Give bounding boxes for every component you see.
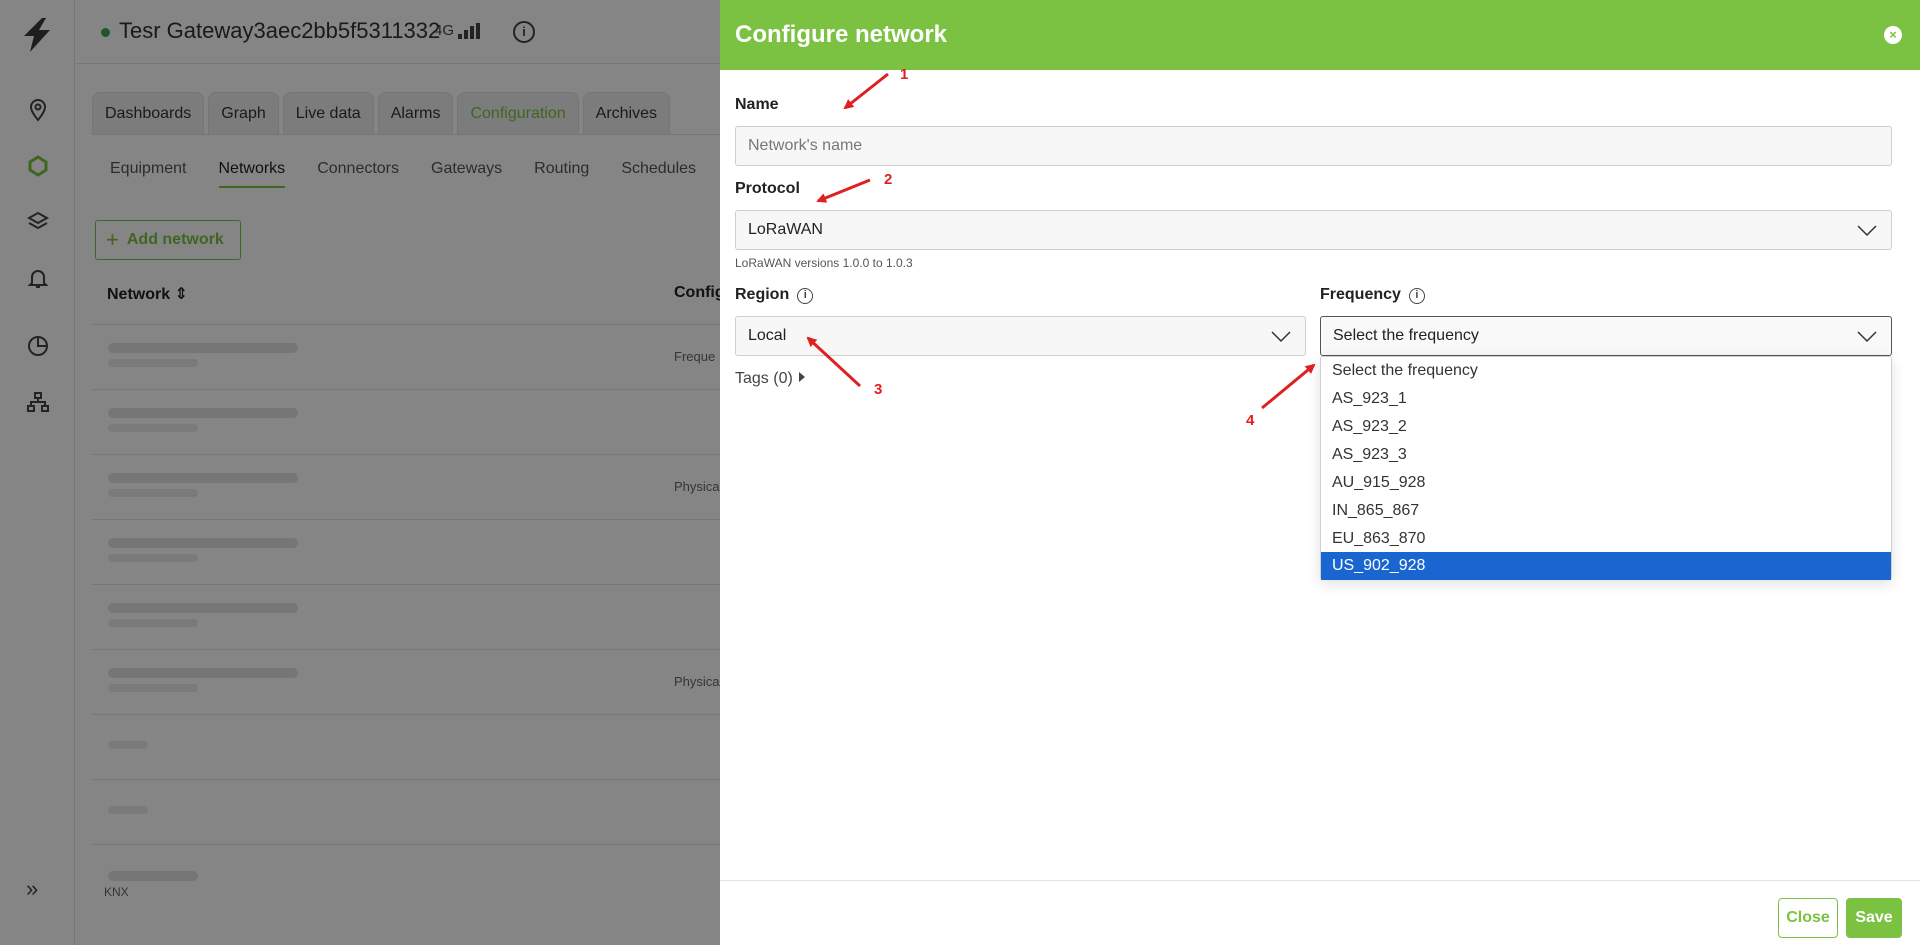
frequency-option[interactable]: EU_863_870 (1321, 525, 1891, 553)
configure-network-drawer: Configure network × Name Network's name … (720, 0, 1920, 945)
chevron-down-icon (1857, 331, 1877, 343)
name-label: Name (735, 96, 779, 113)
drawer-header: Configure network × (720, 0, 1920, 70)
frequency-info-icon[interactable]: i (1408, 288, 1425, 304)
frequency-option[interactable]: IN_865_867 (1321, 497, 1891, 525)
network-name-input[interactable]: Network's name (735, 126, 1892, 166)
drawer-title: Configure network (735, 21, 948, 48)
close-button[interactable]: Close (1778, 898, 1838, 938)
region-label: Region i (735, 286, 814, 304)
frequency-option-selected[interactable]: US_902_928 (1321, 552, 1891, 580)
drawer-footer-divider (720, 880, 1920, 881)
protocol-select[interactable]: LoRaWAN (735, 210, 1892, 250)
frequency-option[interactable]: AS_923_2 (1321, 413, 1891, 441)
frequency-label: Frequency i (1320, 286, 1425, 304)
frequency-select[interactable]: Select the frequency (1320, 316, 1892, 356)
save-button[interactable]: Save (1846, 898, 1902, 938)
chevron-down-icon (1271, 331, 1291, 343)
chevron-down-icon (1857, 225, 1877, 237)
protocol-hint: LoRaWAN versions 1.0.0 to 1.0.3 (735, 256, 913, 270)
frequency-option[interactable]: AU_915_928 (1321, 469, 1891, 497)
protocol-value: LoRaWAN (748, 221, 823, 238)
frequency-option[interactable]: AS_923_3 (1321, 441, 1891, 469)
close-icon[interactable]: × (1884, 26, 1902, 44)
frequency-dropdown: Select the frequency AS_923_1 AS_923_2 A… (1320, 356, 1892, 580)
tags-toggle[interactable]: Tags (0) (735, 370, 805, 388)
region-info-icon[interactable]: i (797, 288, 814, 304)
frequency-value: Select the frequency (1333, 327, 1479, 344)
modal-backdrop[interactable] (0, 0, 720, 945)
frequency-option[interactable]: AS_923_1 (1321, 385, 1891, 413)
frequency-option[interactable]: Select the frequency (1321, 357, 1891, 385)
protocol-label: Protocol (735, 180, 800, 197)
caret-right-icon (798, 372, 805, 382)
region-value: Local (748, 327, 787, 344)
region-select[interactable]: Local (735, 316, 1306, 356)
